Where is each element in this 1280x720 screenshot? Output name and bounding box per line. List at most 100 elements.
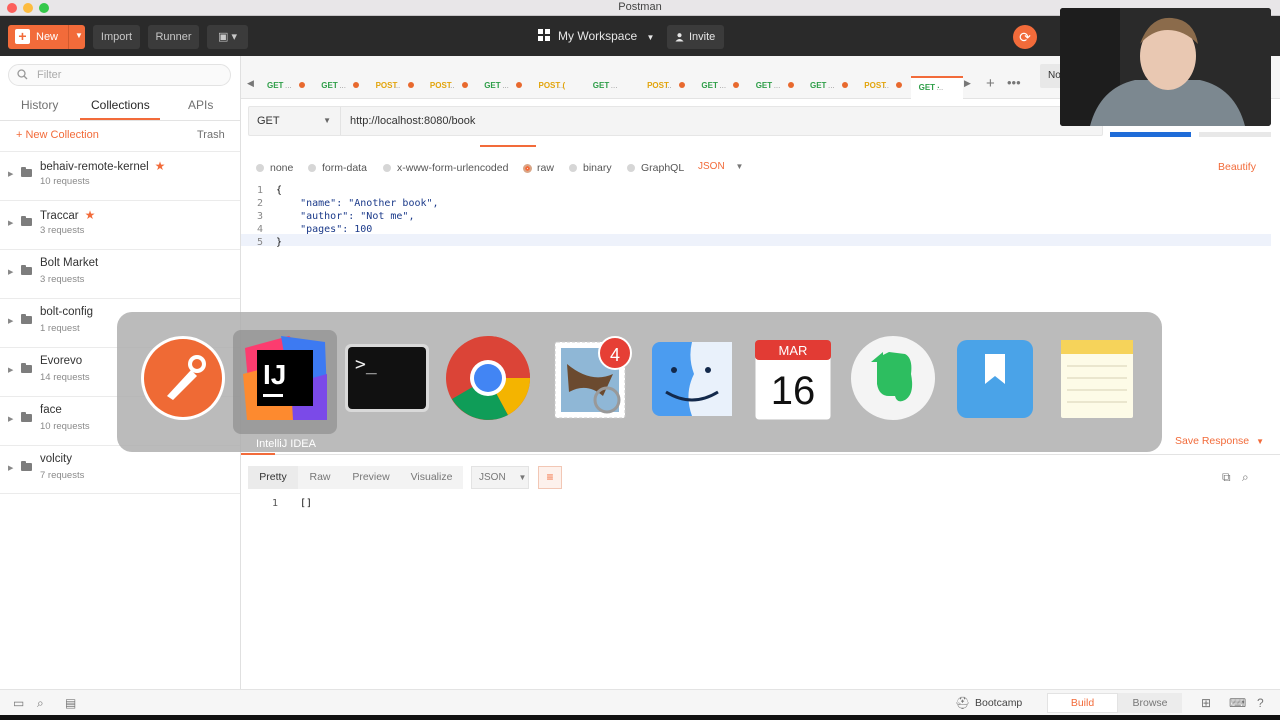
body-type-none[interactable]: none (256, 162, 293, 174)
calendar-app-icon[interactable]: MAR 16 (749, 334, 837, 422)
collection-count: 14 requests (40, 372, 90, 383)
scroll-left-icon[interactable]: ◀ (247, 78, 254, 89)
add-tab-icon[interactable]: + (986, 75, 995, 92)
find-icon[interactable]: ⌕ (37, 696, 44, 711)
body-type-form-data[interactable]: form-data (308, 162, 367, 174)
request-tab[interactable]: GET... (259, 76, 311, 99)
chrome-app-icon[interactable] (444, 334, 532, 422)
tab-preview[interactable]: Preview (342, 466, 400, 489)
scroll-right-icon[interactable]: ▶ (964, 78, 971, 89)
star-icon[interactable]: ★ (155, 159, 166, 173)
mail-badge: 4 (598, 336, 632, 370)
sidebar-toggle-icon[interactable]: ▭ (13, 696, 24, 710)
tab-history[interactable]: History (21, 98, 58, 112)
invite-label: Invite (689, 31, 716, 43)
caret-down-icon[interactable]: ▼ (75, 31, 83, 40)
two-pane-icon[interactable]: ⊞ (1201, 696, 1211, 710)
code-line: "pages": 100 (276, 224, 373, 235)
tab-pretty[interactable]: Pretty (248, 466, 298, 489)
request-tab[interactable]: POST... (639, 76, 691, 99)
intellij-idea-app-icon[interactable]: IJ (241, 334, 329, 422)
terminal-app-icon[interactable]: >_ (343, 334, 431, 422)
response-format-selector[interactable]: JSON ▼ (471, 466, 529, 489)
tab-apis[interactable]: APIs (188, 98, 213, 112)
body-format-selector[interactable]: JSON ▼ (698, 161, 743, 172)
search-icon[interactable]: ⌕ (1242, 470, 1249, 485)
request-tab[interactable]: POST... (368, 76, 420, 99)
request-tab[interactable]: GET... (802, 76, 854, 99)
method-selector[interactable]: GET ▼ (249, 107, 341, 135)
help-icon[interactable]: ? (1257, 696, 1264, 710)
request-tab[interactable]: POST (... (531, 76, 583, 99)
console-icon[interactable]: ▤ (65, 696, 76, 710)
runner-button[interactable]: Runner (148, 25, 199, 49)
expand-arrow-icon[interactable]: ▶ (8, 317, 13, 325)
trash-button[interactable]: Trash (197, 129, 225, 141)
more-icon[interactable]: ••• (1007, 75, 1021, 90)
ellipsis: ... (610, 81, 618, 90)
build-toggle[interactable]: Build (1047, 693, 1118, 713)
ellipsis: ... (339, 81, 346, 90)
collection-item[interactable]: ▶ behaiv-remote-kernel ★ 10 requests (0, 151, 240, 200)
wrap-lines-icon[interactable]: ≡ (538, 466, 562, 489)
tab-collections[interactable]: Collections (91, 98, 150, 112)
response-body[interactable]: [] (300, 498, 312, 509)
request-tab[interactable]: GET... (693, 76, 745, 99)
save-response-button[interactable]: Save Response ▼ (1175, 435, 1264, 447)
tab-raw[interactable]: Raw (298, 466, 342, 489)
ellipsis: ... (285, 81, 292, 90)
body-type-urlencoded[interactable]: x-www-form-urlencoded (383, 162, 508, 174)
evernote-app-icon[interactable] (849, 334, 937, 422)
grid-icon (538, 29, 550, 41)
body-type-raw[interactable]: raw (523, 162, 554, 174)
request-tab[interactable]: GET... (313, 76, 365, 99)
new-collection-button[interactable]: + New Collection (16, 129, 99, 141)
ellipsis: ... (393, 81, 401, 90)
bootcamp-button[interactable]: Bootcamp (975, 697, 1022, 709)
collection-item[interactable]: ▶ Bolt Market 3 requests (0, 249, 240, 298)
tab-visualize[interactable]: Visualize (400, 466, 463, 489)
browse-toggle[interactable]: Browse (1118, 693, 1182, 713)
import-button[interactable]: Import (93, 25, 140, 49)
status-bar: ▭ ⌕ ▤ ⛑ Bootcamp Build Browse ⊞ ⌨ ? (0, 689, 1280, 715)
request-tab-method: GET (484, 81, 501, 90)
notes-app-icon[interactable] (1053, 334, 1141, 422)
expand-arrow-icon[interactable]: ▶ (8, 268, 13, 276)
request-tab[interactable]: GET... (585, 76, 637, 99)
copy-icon[interactable]: ⧉ (1222, 470, 1231, 485)
sync-icon[interactable]: ⟳ (1013, 25, 1037, 49)
postman-app-icon[interactable] (139, 334, 227, 422)
body-type-graphql[interactable]: GraphQL (627, 162, 684, 174)
request-tab[interactable]: GET... (476, 76, 528, 99)
collection-item[interactable]: ▶ volcity 7 requests (0, 445, 240, 494)
day-one-app-icon[interactable] (951, 334, 1039, 422)
collection-item[interactable]: ▶ Traccar ★ 3 requests (0, 200, 240, 249)
request-tab[interactable]: GET... (748, 76, 800, 99)
expand-arrow-icon[interactable]: ▶ (8, 219, 13, 227)
expand-arrow-icon[interactable]: ▶ (8, 170, 13, 178)
keyboard-icon[interactable]: ⌨ (1229, 696, 1246, 710)
beautify-button[interactable]: Beautify (1218, 161, 1256, 173)
person-icon (675, 33, 684, 42)
new-button[interactable]: + New ▼ (8, 25, 85, 49)
invite-button[interactable]: Invite (667, 25, 724, 49)
body-type-binary[interactable]: binary (569, 162, 612, 174)
star-icon[interactable]: ★ (85, 208, 96, 222)
request-tab[interactable]: POST... (422, 76, 474, 99)
expand-arrow-icon[interactable]: ▶ (8, 415, 13, 423)
save-button[interactable] (1199, 132, 1271, 137)
new-window-button[interactable]: ▣ ▾ (207, 25, 248, 49)
expand-arrow-icon[interactable]: ▶ (8, 464, 13, 472)
ellipsis: ... (447, 81, 455, 90)
finder-app-icon[interactable] (648, 334, 736, 422)
request-tab[interactable]: POST... (856, 76, 908, 99)
body-editor[interactable]: 1 { 2 "name": "Another book", 3 "author"… (241, 183, 1271, 253)
expand-arrow-icon[interactable]: ▶ (8, 366, 13, 374)
new-button-label: New (36, 31, 59, 43)
url-input[interactable]: http://localhost:8080/book (350, 115, 475, 127)
unsaved-dot-icon (461, 82, 468, 88)
send-button[interactable] (1110, 132, 1191, 137)
filter-input[interactable]: Filter (8, 64, 231, 86)
request-tab[interactable]: GET ·... (910, 76, 963, 99)
workspace-selector[interactable]: My Workspace ▼ (538, 29, 654, 43)
